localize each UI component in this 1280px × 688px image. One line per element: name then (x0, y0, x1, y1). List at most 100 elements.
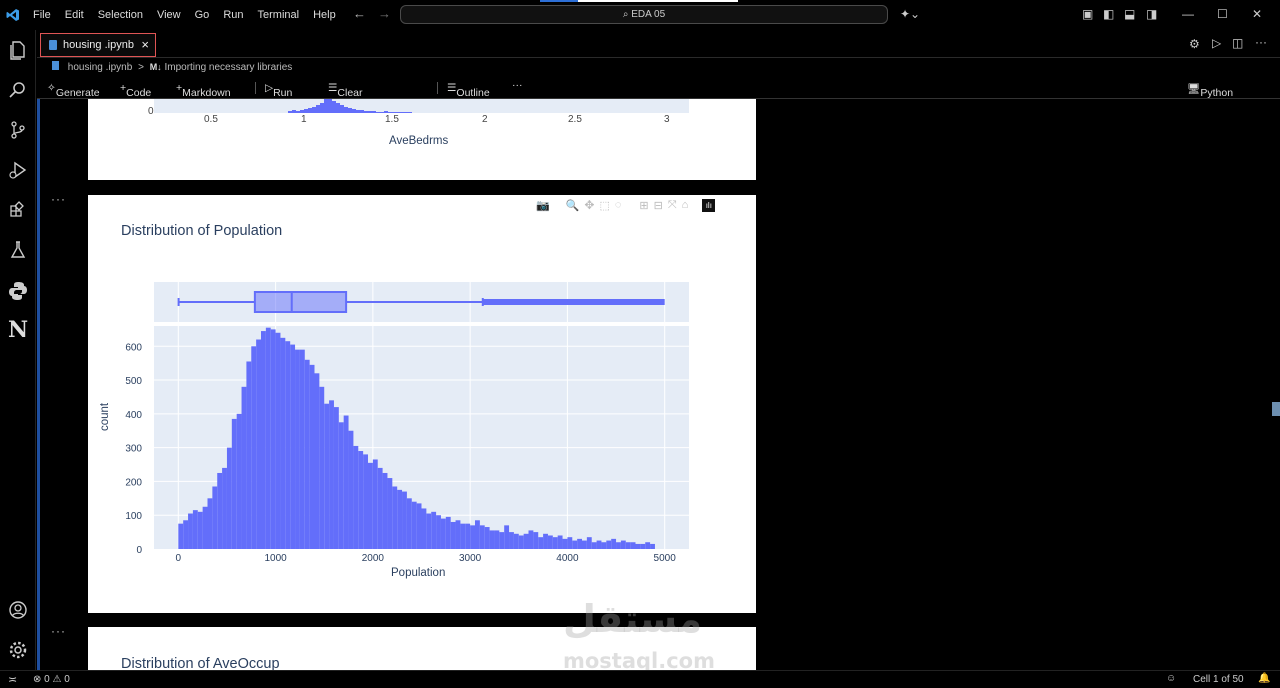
explorer-icon[interactable] (8, 40, 28, 60)
tab-housing-notebook[interactable]: housing .ipynb × (40, 33, 156, 57)
avebedrms-bar (396, 112, 400, 113)
menu-terminal[interactable]: Terminal (251, 0, 307, 30)
markdown-label: Markdown (182, 87, 231, 99)
forward-arrow-icon[interactable]: → (378, 6, 391, 21)
command-center[interactable]: ⌕ EDA 05 (400, 5, 888, 24)
x-axis-label: Population (391, 567, 446, 579)
menu-selection[interactable]: Selection (91, 0, 150, 30)
menu-go[interactable]: Go (188, 0, 217, 30)
histogram-bar (421, 508, 427, 549)
warning-count: 0 (64, 674, 70, 685)
more-actions-icon[interactable]: ··· (1255, 35, 1267, 49)
menu-edit[interactable]: Edit (58, 0, 91, 30)
histogram-bar (236, 413, 242, 549)
histogram-bar (363, 454, 368, 549)
histogram-bar (338, 422, 344, 549)
minimize-icon[interactable]: — (1182, 7, 1194, 21)
cell-more-icon[interactable]: ··· (51, 192, 66, 206)
avebedrms-bar (292, 110, 296, 113)
kernel-picker[interactable]: 🖥 Python 3.13.5 (1187, 82, 1233, 111)
layout-customize-icon[interactable]: ▣ (1082, 7, 1093, 21)
breadcrumb-section[interactable]: Importing necessary libraries (164, 62, 292, 73)
close-window-icon[interactable]: ✕ (1252, 7, 1262, 21)
x-tick-label: 3000 (459, 553, 482, 564)
histogram-bar (577, 538, 582, 549)
account-icon[interactable] (8, 600, 28, 620)
notion-icon[interactable]: N (8, 319, 28, 341)
toolbar-more-button[interactable]: ··· (512, 79, 523, 91)
x-axis-label: AveBedrms (389, 135, 449, 147)
avebedrms-bar (304, 109, 308, 113)
x-tick: 0.5 (204, 114, 218, 125)
copilot-icon[interactable]: ✦⌄ (900, 7, 920, 21)
toggle-panel-icon[interactable]: ⬓ (1124, 7, 1135, 21)
histogram-bar (319, 386, 325, 549)
maximize-icon[interactable]: ☐ (1217, 7, 1228, 21)
run-debug-icon[interactable] (8, 160, 28, 180)
toggle-secondary-sidebar-icon[interactable]: ◨ (1146, 7, 1157, 21)
histogram-bar (178, 523, 184, 549)
markdown-icon: M↓ (149, 62, 162, 72)
clear-outputs-button[interactable]: ☰ Clear All Outputs (328, 82, 374, 123)
avebedrms-bar (316, 105, 320, 113)
histogram-bar (567, 537, 573, 549)
y-tick-label: 300 (125, 444, 142, 455)
back-arrow-icon[interactable]: ← (353, 6, 366, 21)
histogram-bar (202, 506, 208, 549)
histogram-bar (547, 535, 553, 549)
histogram-bar (562, 538, 568, 549)
extensions-icon[interactable] (8, 200, 28, 220)
title-bar: File Edit Selection View Go Run Terminal… (0, 0, 1280, 30)
notebook-settings-icon[interactable]: ⚙ (1189, 37, 1200, 51)
run-icon[interactable]: ▷ (1212, 36, 1221, 50)
menu-file[interactable]: File (26, 0, 58, 30)
y-axis-label: count (99, 402, 111, 431)
histogram-bar (377, 467, 383, 549)
cell-indicator[interactable]: Cell 1 of 50 (1193, 674, 1244, 685)
avebedrms-bar (344, 107, 348, 113)
source-control-icon[interactable] (8, 120, 28, 140)
x-tick: 1.5 (385, 114, 399, 125)
outline-button[interactable]: ☰ Outline (447, 82, 490, 99)
histogram-bar (606, 540, 612, 549)
notifications-bell-icon[interactable]: 🔔 (1258, 673, 1270, 684)
settings-gear-icon[interactable] (8, 640, 28, 660)
histogram-bar (640, 543, 646, 549)
remote-indicator-icon[interactable]: ≍ (8, 673, 17, 686)
histogram-bar (358, 451, 364, 549)
menu-run[interactable]: Run (216, 0, 250, 30)
add-markdown-button[interactable]: + Markdown (176, 82, 231, 99)
histogram-bar (192, 510, 198, 549)
split-editor-icon[interactable]: ◫ (1232, 36, 1243, 50)
x-tick-label: 0 (176, 553, 182, 564)
avebedrms-bar (340, 105, 344, 113)
menu-view[interactable]: View (150, 0, 188, 30)
histogram-bar (596, 540, 602, 549)
breadcrumb-file[interactable]: housing .ipynb (68, 62, 133, 73)
vscode-logo-icon (6, 9, 19, 21)
histogram-bar (309, 364, 315, 549)
histogram-bar (489, 530, 495, 549)
generate-button[interactable]: ✧ Generate (47, 82, 100, 99)
notebook-editor: 0 0.5 1 1.5 2 2.5 3 AveBedrms ··· 📷 🔍 ✥ … (37, 99, 1280, 670)
python-icon[interactable] (8, 280, 28, 300)
run-all-button[interactable]: ▷ Run All (265, 82, 292, 111)
overview-ruler-marker[interactable] (1272, 402, 1280, 416)
x-tick: 1 (301, 114, 307, 125)
toggle-sidebar-icon[interactable]: ◧ (1103, 7, 1114, 21)
nav-arrows: ← → (353, 6, 391, 21)
testing-flask-icon[interactable] (8, 240, 28, 260)
avebedrms-bar (364, 111, 368, 113)
histogram-bar (484, 527, 490, 549)
cell-more-icon[interactable]: ··· (51, 624, 66, 638)
histogram-bar (479, 525, 485, 549)
copilot-status-icon[interactable]: ☺ (1166, 673, 1176, 684)
tab-close-icon[interactable]: × (141, 34, 149, 56)
problems-indicator[interactable]: ⊗ 0 ⚠ 0 (33, 674, 70, 685)
search-icon[interactable] (8, 80, 28, 100)
menu-help[interactable]: Help (306, 0, 343, 30)
add-code-button[interactable]: + Code (120, 82, 151, 99)
histogram-bar (572, 540, 578, 549)
avebedrms-bar (332, 101, 336, 113)
avebedrms-bar (400, 112, 404, 113)
